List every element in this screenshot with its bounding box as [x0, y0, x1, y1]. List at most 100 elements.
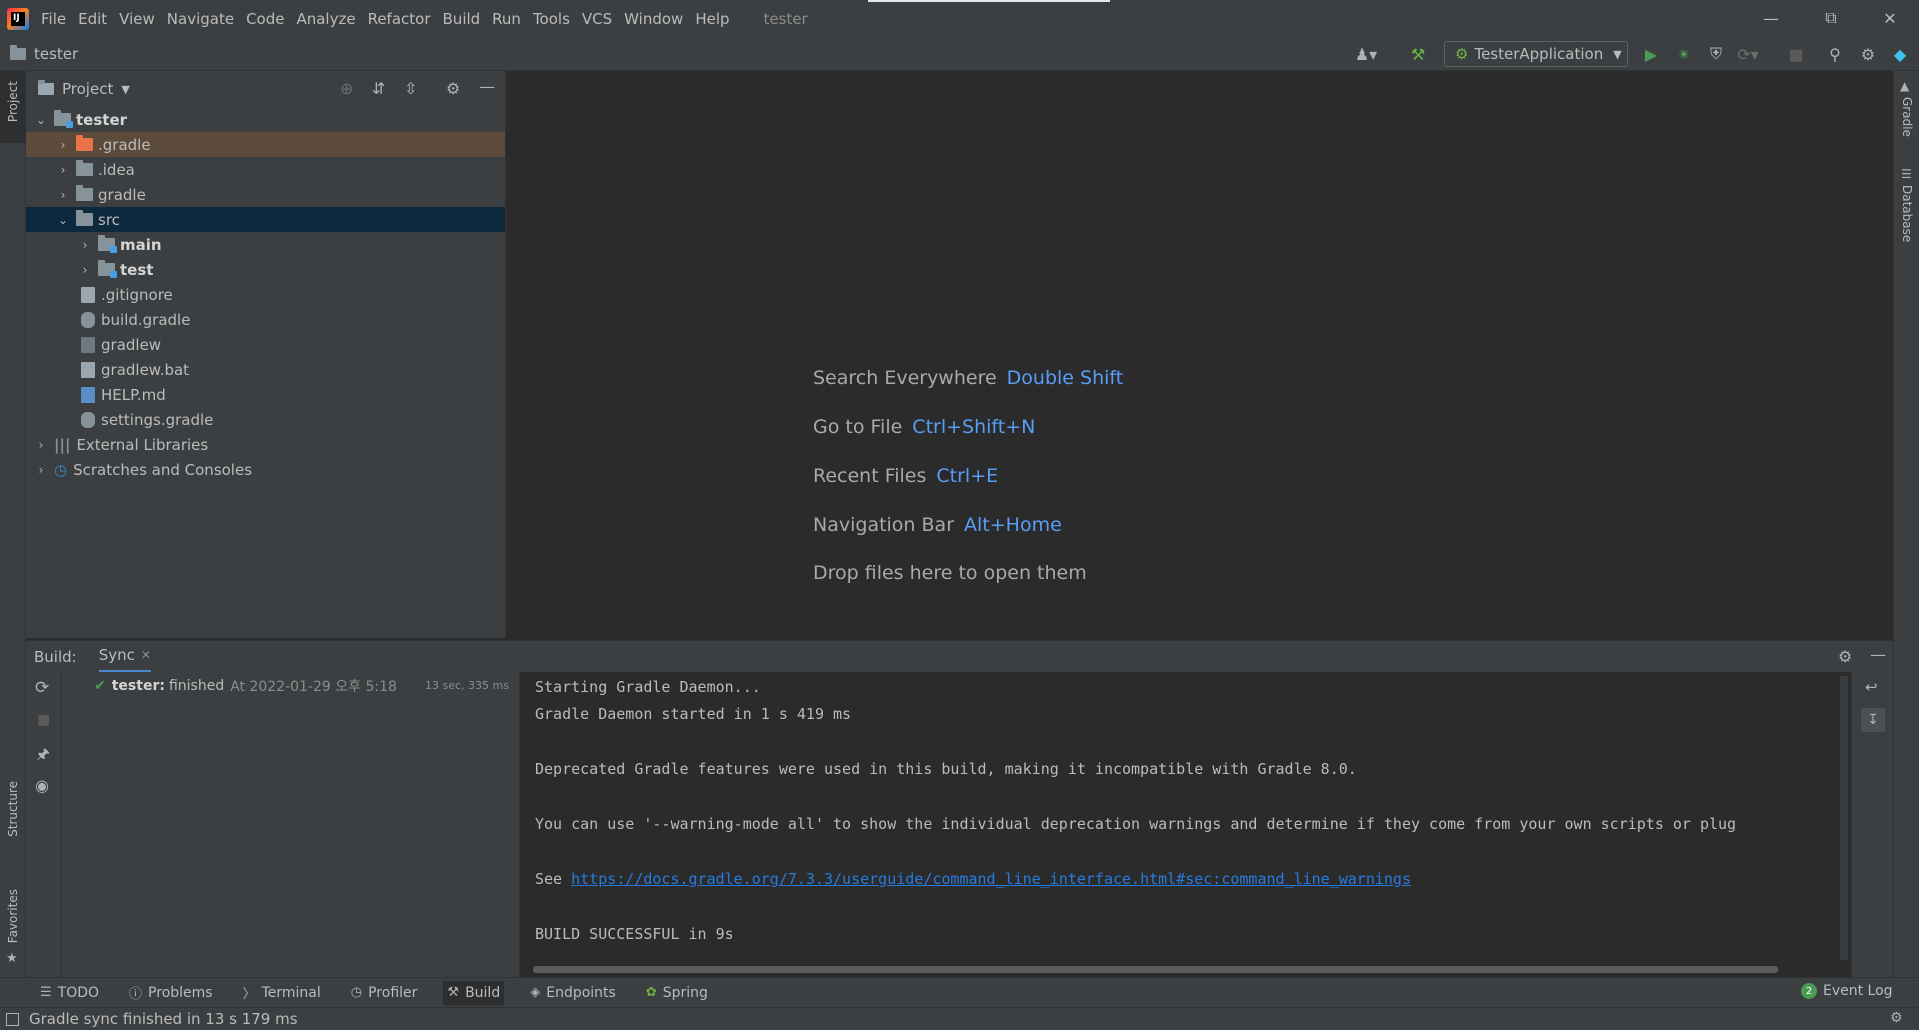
menu-run[interactable]: Run [492, 10, 521, 28]
build-result-row[interactable]: ✔ tester: finished At 2022-01-29 오후 5:18 [94, 676, 397, 696]
stop-icon[interactable]: ■ [37, 712, 50, 728]
tool-terminal[interactable]: 〉 Terminal [239, 979, 325, 1006]
tree-row-src[interactable]: ⌄ src [26, 207, 505, 232]
settings-gear-icon[interactable]: ⚙ [1856, 42, 1880, 66]
tool-build[interactable]: ⚒ Build [443, 980, 505, 1005]
run-icon[interactable]: ▶ [1639, 42, 1663, 66]
user-icon[interactable]: ♟▾ [1354, 42, 1378, 66]
chevron-right-icon[interactable]: › [78, 263, 92, 277]
tree-row-gradle[interactable]: › gradle [26, 182, 505, 207]
close-tab-icon[interactable]: ✕ [141, 648, 151, 662]
hide-panel-icon[interactable]: — [479, 77, 495, 96]
run-configuration-select[interactable]: ⚙ TesterApplication ▼ [1444, 41, 1628, 67]
tree-row-main[interactable]: › main [26, 232, 505, 257]
tree-row-tester[interactable]: ⌄ tester [26, 107, 505, 132]
status-message[interactable]: Gradle sync finished in 13 s 179 ms [29, 1010, 298, 1028]
console-vertical-scrollbar[interactable] [1840, 676, 1848, 960]
profile-icon[interactable]: ⟳▾ [1736, 42, 1760, 66]
menu-edit[interactable]: Edit [78, 10, 107, 28]
debug-icon[interactable]: ✴ [1672, 42, 1696, 66]
project-view-selector[interactable]: Project [62, 80, 113, 98]
project-view-icon [38, 80, 54, 95]
soft-wrap-icon[interactable]: ↩ [1865, 678, 1878, 696]
coverage-icon[interactable]: ⛨ [1704, 42, 1728, 66]
event-log-button[interactable]: 2 Event Log [1801, 983, 1893, 999]
project-tool-button[interactable]: Project [0, 71, 26, 143]
collapse-all-icon[interactable]: ⇳ [404, 79, 417, 98]
chevron-right-icon[interactable]: › [56, 138, 70, 152]
gradle-tool-button[interactable]: ▲ Gradle [1894, 79, 1919, 159]
close-icon[interactable]: ✕ [1861, 0, 1919, 36]
console-line: BUILD SUCCESSFUL in 9s [535, 925, 734, 943]
menu-analyze[interactable]: Analyze [296, 10, 355, 28]
list-icon: ☰ [40, 985, 52, 1000]
build-hammer-icon[interactable]: ⚒ [1406, 42, 1430, 66]
chevron-down-icon[interactable]: ⌄ [56, 213, 70, 227]
settings-gear-icon[interactable]: ⚙ [1838, 647, 1852, 666]
build-console-output[interactable]: Starting Gradle Daemon... Gradle Daemon … [521, 672, 1851, 977]
breadcrumb[interactable]: tester [10, 45, 78, 63]
tree-row-gitignore[interactable]: .gitignore [26, 282, 505, 307]
tree-row-external-libraries[interactable]: › ||| External Libraries [26, 432, 505, 457]
expand-all-icon[interactable]: ⇵ [372, 79, 385, 98]
batch-file-icon [81, 361, 95, 378]
tree-row-idea[interactable]: › .idea [26, 157, 505, 182]
tree-row-scratches[interactable]: › ◷ Scratches and Consoles [26, 457, 505, 482]
menu-code[interactable]: Code [246, 10, 284, 28]
tool-endpoints[interactable]: ◈ Endpoints [526, 981, 620, 1005]
tab-sync[interactable]: Sync ✕ [98, 640, 151, 673]
scroll-to-end-icon[interactable]: ↧ [1861, 708, 1885, 732]
menu-file[interactable]: File [41, 10, 66, 28]
tree-row-settings-gradle[interactable]: settings.gradle [26, 407, 505, 432]
shell-script-icon [81, 336, 95, 353]
tool-spring[interactable]: ✿ Spring [642, 981, 712, 1005]
menu-build[interactable]: Build [443, 10, 481, 28]
hint-go-to-file: Go to File Ctrl+Shift+N [813, 416, 1036, 438]
tree-row-test[interactable]: › test [26, 257, 505, 282]
menu-window[interactable]: Window [624, 10, 683, 28]
menu-bar: IJ File Edit View Navigate Code Analyze … [0, 0, 1919, 37]
favorites-tool-button[interactable]: Favorites ★ [0, 881, 26, 971]
memory-indicator-icon[interactable]: ⚙ [1890, 1010, 1903, 1026]
pin-icon[interactable]: 🖈 [36, 744, 50, 769]
menu-view[interactable]: View [119, 10, 155, 28]
database-tool-button[interactable]: ☰ Database [1894, 167, 1919, 267]
chevron-down-icon[interactable]: ⌄ [34, 113, 48, 127]
eye-icon[interactable]: ◉ [35, 776, 49, 795]
tree-row-help-md[interactable]: HELP.md [26, 382, 505, 407]
menu-tools[interactable]: Tools [533, 10, 570, 28]
chevron-right-icon[interactable]: › [56, 188, 70, 202]
chevron-down-icon[interactable]: ▼ [121, 83, 129, 96]
gradle-docs-link[interactable]: https://docs.gradle.org/7.3.3/userguide/… [571, 870, 1411, 888]
console-horizontal-scrollbar[interactable] [533, 966, 1778, 973]
tool-todo[interactable]: ☰ TODO [36, 981, 103, 1005]
tree-row-gradlew[interactable]: gradlew [26, 332, 505, 357]
chevron-right-icon[interactable]: › [78, 238, 92, 252]
restore-icon[interactable]: ⧉ [1802, 0, 1860, 36]
tree-row-build-gradle[interactable]: build.gradle [26, 307, 505, 332]
stop-icon[interactable]: ■ [1784, 42, 1808, 66]
tool-problems[interactable]: ⓘ Problems [125, 979, 217, 1006]
editor-empty-area[interactable]: Search Everywhere Double Shift Go to File… [507, 71, 1893, 638]
hide-panel-icon[interactable]: — [1870, 645, 1886, 664]
menu-vcs[interactable]: VCS [582, 10, 612, 28]
menu-refactor[interactable]: Refactor [368, 10, 431, 28]
toggle-tool-windows-icon[interactable] [6, 1012, 19, 1026]
settings-gear-icon[interactable]: ⚙ [446, 79, 460, 98]
tree-row-gradlew-bat[interactable]: gradlew.bat [26, 357, 505, 382]
minimize-icon[interactable]: — [1742, 0, 1800, 36]
chevron-right-icon[interactable]: › [34, 438, 48, 452]
tree-label: tester [76, 110, 128, 129]
breadcrumb-project[interactable]: tester [34, 45, 78, 63]
sync-refresh-icon[interactable]: ⟳ [35, 678, 49, 698]
chevron-right-icon[interactable]: › [34, 463, 48, 477]
tool-profiler[interactable]: ◷ Profiler [347, 981, 422, 1005]
chevron-right-icon[interactable]: › [56, 163, 70, 177]
search-icon[interactable]: ⚲ [1823, 42, 1847, 66]
structure-tool-button[interactable]: Structure [0, 771, 26, 871]
tree-row-dot-gradle[interactable]: › .gradle [26, 132, 505, 157]
locate-target-icon[interactable]: ⊕ [340, 79, 353, 98]
menu-navigate[interactable]: Navigate [167, 10, 234, 28]
jetbrains-toolbox-icon[interactable]: ◆ [1888, 42, 1912, 66]
menu-help[interactable]: Help [695, 10, 729, 28]
